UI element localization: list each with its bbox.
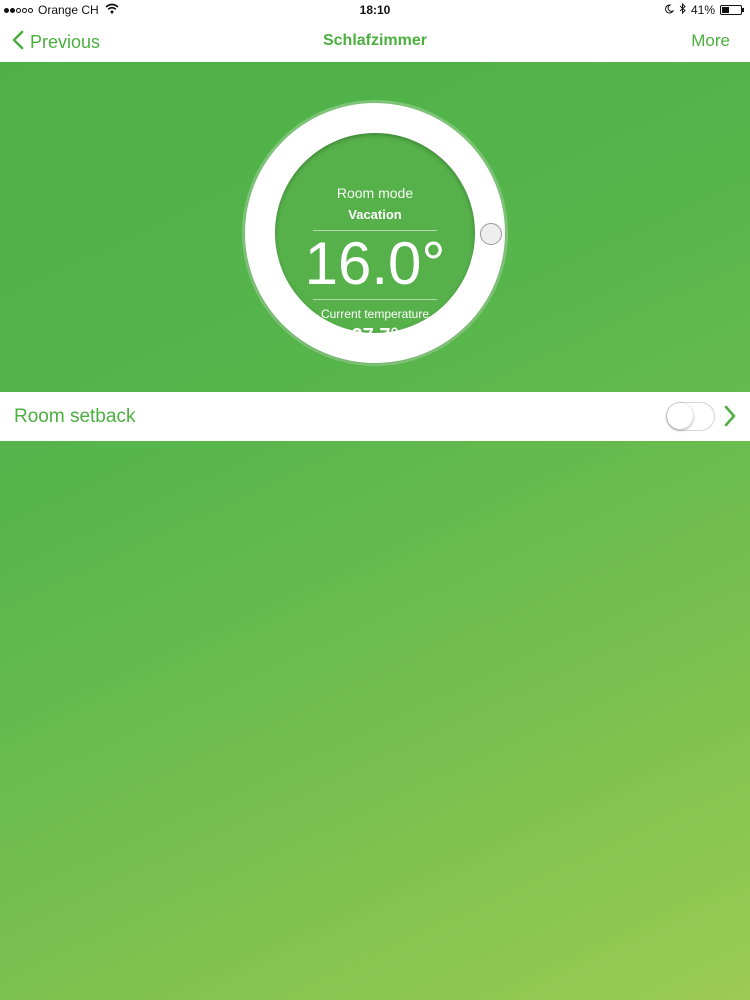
navigation-bar: Previous Schlafzimmer More [0,22,750,62]
status-time: 18:10 [359,3,391,17]
chevron-right-icon[interactable] [724,405,736,432]
battery-icon [720,5,744,15]
status-bar: Orange CH 18:10 41% [0,0,750,22]
room-mode-value: Vacation [348,207,402,222]
temperature-slider-handle[interactable] [480,223,502,245]
dial-center: Room mode Vacation 16.0° Current tempera… [275,133,475,347]
battery-percent: 41% [690,3,715,17]
page-title: Schlafzimmer [322,32,428,49]
room-setback-toggle[interactable] [666,402,715,431]
room-setback-row[interactable]: Room setback [0,392,750,441]
divider-bottom [313,299,437,300]
current-temperature-label: Current temperature [320,307,430,321]
thermostat-dial[interactable]: Room mode Vacation 16.0° Current tempera… [245,103,505,363]
bluetooth-icon [679,2,686,17]
target-temperature: 16.0° [304,230,446,297]
room-mode-label: Room mode [336,185,414,201]
status-right: 41% [659,2,744,17]
room-setback-label: Room setback [14,406,136,427]
current-temperature-value: 27.7° [351,325,399,347]
moon-icon [664,3,675,17]
toggle-thumb [667,403,693,429]
more-button[interactable]: More [691,31,730,51]
